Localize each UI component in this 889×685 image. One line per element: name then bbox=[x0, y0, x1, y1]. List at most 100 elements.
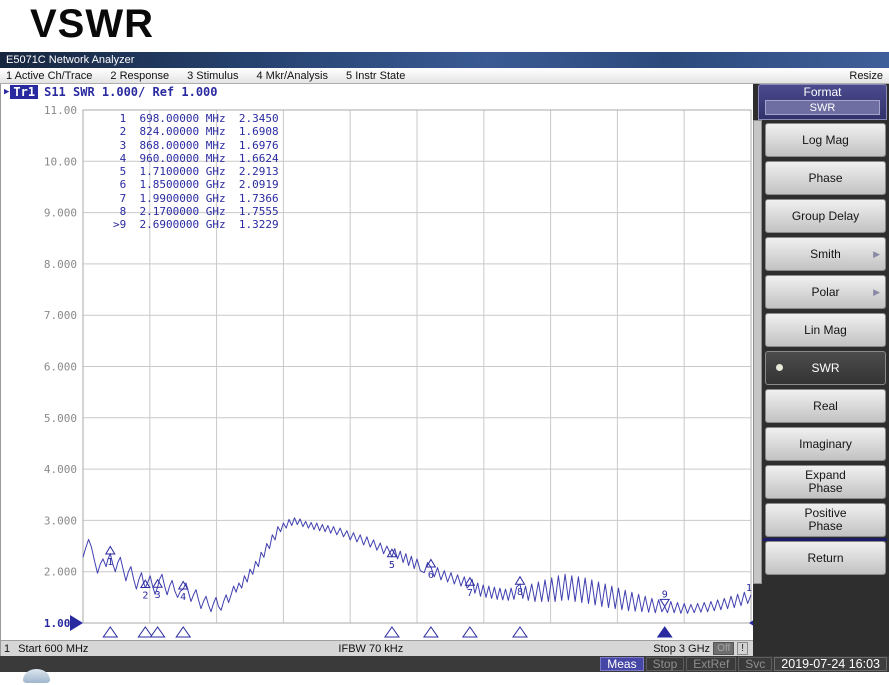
page-title: VSWR bbox=[30, 2, 154, 47]
softkey-group-delay[interactable]: Group Delay bbox=[765, 199, 886, 233]
stop-frequency-group: Stop 3 GHz Off ! bbox=[653, 642, 754, 655]
softkey-polar[interactable]: Polar ▶ bbox=[765, 275, 886, 309]
status-bar: MeasStopExtRefSvc2019-07-24 16:03 bbox=[0, 656, 889, 672]
softkey-log-mag[interactable]: Log Mag bbox=[765, 123, 886, 157]
axis-marker-tick-3[interactable] bbox=[151, 627, 165, 637]
window-title-bar[interactable]: E5071C Network Analyzer bbox=[0, 52, 889, 68]
softkey-imaginary[interactable]: Imaginary bbox=[765, 427, 886, 461]
softkey-label: Smith bbox=[810, 247, 841, 261]
off-badge: Off bbox=[713, 642, 734, 655]
softkey-label: Log Mag bbox=[802, 133, 849, 147]
axis-marker-tick-2[interactable] bbox=[138, 627, 152, 637]
marker-number: 8 bbox=[517, 587, 523, 598]
axis-marker-tick-1[interactable] bbox=[103, 627, 117, 637]
softkey-panel: Format SWR Log Mag Phase Group Delay Smith ▶… bbox=[753, 84, 889, 656]
y-tick-label: 7.000 bbox=[44, 309, 77, 322]
marker-number: 1 bbox=[107, 557, 113, 568]
softkey-label: Polar bbox=[811, 285, 839, 299]
trace-marker-7[interactable]: 7 bbox=[465, 578, 474, 600]
marker-triangle-icon bbox=[106, 547, 115, 555]
softkey-label: Lin Mag bbox=[804, 323, 847, 337]
softkey-label: PositivePhase bbox=[804, 507, 846, 533]
ifbw-readout: IFBW 70 kHz bbox=[88, 643, 653, 655]
status-svc: Svc bbox=[738, 657, 772, 671]
start-frequency-readout: Start 600 MHz bbox=[18, 643, 88, 655]
y-tick-label: 5.000 bbox=[44, 412, 77, 425]
status-meas: Meas bbox=[600, 657, 643, 671]
marker-table-row: 2 824.00000 MHz 1.6908 bbox=[113, 125, 279, 138]
menu-item-1-active-ch-trace[interactable]: 1 Active Ch/Trace bbox=[6, 70, 92, 82]
marker-number: 3 bbox=[155, 590, 161, 601]
y-axis-labels: 11.0010.009.0008.0007.0006.0005.0004.000… bbox=[44, 104, 77, 630]
softkey-scrollbar[interactable] bbox=[753, 120, 762, 584]
status-datetime: 2019-07-24 16:03 bbox=[774, 657, 887, 671]
y-tick-label: 8.000 bbox=[44, 258, 77, 271]
menu-item-3-stimulus[interactable]: 3 Stimulus bbox=[187, 70, 238, 82]
marker-table: 1 698.00000 MHz 2.3450 2 824.00000 MHz 1… bbox=[113, 112, 279, 232]
trace-marker-9[interactable]: 9 bbox=[660, 589, 669, 606]
trace-marker-2[interactable]: 2 bbox=[141, 580, 150, 602]
softkey-label: Phase bbox=[808, 171, 842, 185]
marker-table-row: 7 1.9900000 GHz 1.7366 bbox=[113, 192, 279, 205]
softkey-smith[interactable]: Smith ▶ bbox=[765, 237, 886, 271]
screenshot-root: VSWR E5071C Network Analyzer 1 Active Ch… bbox=[0, 0, 889, 685]
marker-number: 4 bbox=[180, 592, 186, 603]
softkey-expand-phase[interactable]: ExpandPhase bbox=[765, 465, 886, 499]
y-tick-label: 11.00 bbox=[44, 104, 77, 117]
marker-number: 2 bbox=[142, 591, 148, 602]
softkey-menu-title: Format bbox=[759, 85, 886, 100]
status-stop: Stop bbox=[646, 657, 685, 671]
active-marker-triangle-icon bbox=[660, 599, 669, 606]
axis-marker-tick-6[interactable] bbox=[424, 627, 438, 637]
axis-marker-tick-5[interactable] bbox=[385, 627, 399, 637]
active-trace-cursor-icon: ▶ bbox=[4, 87, 9, 97]
menu-item-5-instr-state[interactable]: 5 Instr State bbox=[346, 70, 405, 82]
y-tick-label: 2.000 bbox=[44, 566, 77, 579]
taskbar-orb-icon bbox=[23, 669, 50, 683]
footer-strip bbox=[0, 672, 889, 685]
channel-number: 1 bbox=[1, 643, 18, 655]
trace-marker-5[interactable]: 5 bbox=[387, 549, 396, 571]
y-tick-label: 4.000 bbox=[44, 463, 77, 476]
axis-marker-tick-4[interactable] bbox=[176, 627, 190, 637]
menu-item-2-response[interactable]: 2 Response bbox=[110, 70, 169, 82]
softkey-menu-header: Format SWR bbox=[758, 84, 887, 120]
marker-number: 7 bbox=[467, 588, 473, 599]
trace-end-number: 1 bbox=[746, 583, 752, 594]
trace-marker-3[interactable]: 3 bbox=[153, 580, 162, 602]
softkey-label: SWR bbox=[812, 361, 840, 375]
submenu-arrow-icon: ▶ bbox=[873, 249, 880, 260]
softkey-swr[interactable]: SWR bbox=[765, 351, 886, 385]
resize-menu-item[interactable]: Resize bbox=[849, 70, 889, 82]
softkey-label: Imaginary bbox=[799, 437, 852, 451]
marker-table-row: >9 2.6900000 GHz 1.3229 bbox=[113, 218, 279, 231]
menu-item-4-mkr-analysis[interactable]: 4 Mkr/Analysis bbox=[256, 70, 328, 82]
softkey-lin-mag[interactable]: Lin Mag bbox=[765, 313, 886, 347]
softkey-label: Return bbox=[807, 551, 843, 565]
softkey-positive-phase[interactable]: PositivePhase bbox=[765, 503, 886, 537]
axis-marker-tick-7[interactable] bbox=[463, 627, 477, 637]
axis-marker-tick-8[interactable] bbox=[513, 627, 527, 637]
y-tick-label: 10.00 bbox=[44, 155, 77, 168]
softkey-label: ExpandPhase bbox=[805, 469, 846, 495]
marker-table-row: 4 960.00000 MHz 1.6624 bbox=[113, 152, 279, 165]
instrument-display: 11.0010.009.0008.0007.0006.0005.0004.000… bbox=[0, 84, 753, 656]
stop-frequency-readout: Stop 3 GHz bbox=[653, 643, 710, 655]
alert-badge: ! bbox=[737, 642, 748, 655]
stimulus-bar: 1 Start 600 MHz IFBW 70 kHz Stop 3 GHz O… bbox=[1, 640, 754, 656]
softkey-phase[interactable]: Phase bbox=[765, 161, 886, 195]
trace-header: ▶ Tr1 S11 SWR 1.000/ Ref 1.000 bbox=[4, 85, 218, 99]
marker-number: 6 bbox=[428, 570, 434, 581]
trace-name-badge[interactable]: Tr1 bbox=[10, 85, 38, 99]
marker-triangle-icon bbox=[515, 577, 524, 585]
softkey-label: Real bbox=[813, 399, 838, 413]
submenu-arrow-icon: ▶ bbox=[873, 287, 880, 298]
softkey-label: Group Delay bbox=[792, 209, 859, 223]
app-window: E5071C Network Analyzer 1 Active Ch/Trac… bbox=[0, 52, 889, 672]
softkey-real[interactable]: Real bbox=[765, 389, 886, 423]
axis-marker-tick-9[interactable] bbox=[658, 627, 672, 637]
marker-table-row: 3 868.00000 MHz 1.6976 bbox=[113, 139, 279, 152]
status-extref: ExtRef bbox=[686, 657, 736, 671]
menu-bar: 1 Active Ch/Trace 2 Response 3 Stimulus 4 M… bbox=[0, 68, 889, 84]
softkey-return[interactable]: Return bbox=[765, 541, 886, 575]
